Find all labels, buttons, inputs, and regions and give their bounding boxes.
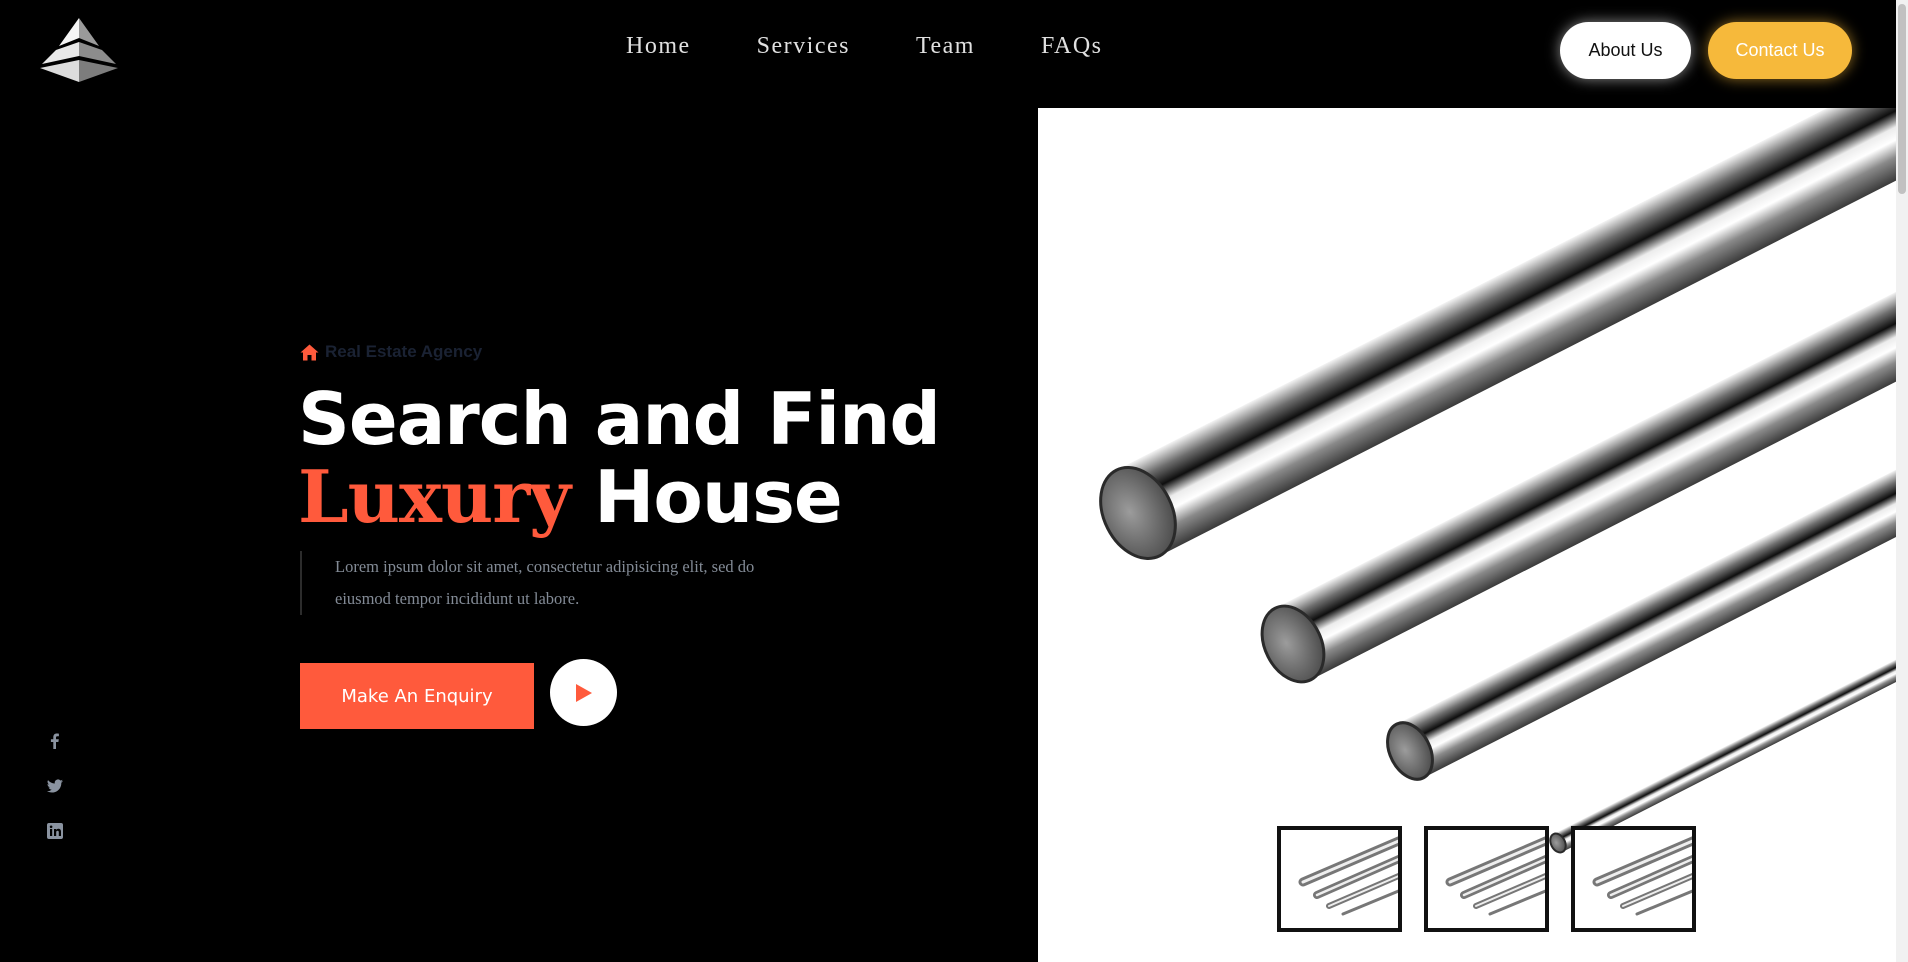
thumbnail-2[interactable] xyxy=(1424,826,1549,932)
nav-faqs-link[interactable]: FAQs xyxy=(1041,33,1103,60)
pyramid-logo-icon[interactable] xyxy=(34,16,124,84)
thumbnail-3[interactable] xyxy=(1571,826,1696,932)
contact-us-button[interactable]: Contact Us xyxy=(1708,22,1852,79)
scrollbar-thumb[interactable] xyxy=(1898,4,1906,194)
linkedin-icon[interactable] xyxy=(46,822,64,840)
steel-rods-thumbnail xyxy=(1445,836,1545,916)
steel-rods-thumbnail xyxy=(1298,836,1398,916)
play-video-button[interactable] xyxy=(550,659,617,726)
facebook-icon[interactable] xyxy=(46,732,64,750)
home-icon xyxy=(300,344,319,360)
hero-eyebrow: Real Estate Agency xyxy=(300,342,482,362)
steel-rods-thumbnail xyxy=(1592,836,1692,916)
thumbnail-1[interactable] xyxy=(1277,826,1402,932)
hero-description-line2: eiusmod tempor incididunt ut labore. xyxy=(335,589,580,608)
main-nav: Home Services Team FAQs xyxy=(626,33,1103,60)
hero-title: Search and Find Luxury House xyxy=(298,377,941,539)
hero-description: Lorem ipsum dolor sit amet, consectetur … xyxy=(300,551,820,615)
gallery-thumbnails xyxy=(1277,826,1696,932)
social-links xyxy=(46,732,64,840)
hero-title-line1: Search and Find xyxy=(298,377,941,461)
eyebrow-label: Real Estate Agency xyxy=(325,342,483,361)
nav-team-link[interactable]: Team xyxy=(916,33,975,60)
make-enquiry-button[interactable]: Make An Enquiry xyxy=(300,663,534,729)
hero-description-line1: Lorem ipsum dolor sit amet, consectetur … xyxy=(335,557,755,576)
twitter-icon[interactable] xyxy=(46,777,64,795)
nav-services-link[interactable]: Services xyxy=(757,33,850,60)
nav-home-link[interactable]: Home xyxy=(626,33,691,60)
hero-title-rest: House xyxy=(594,455,843,539)
play-icon xyxy=(575,683,592,702)
page-scrollbar[interactable] xyxy=(1896,0,1908,962)
hero-title-accent: Luxury xyxy=(298,454,571,539)
about-us-button[interactable]: About Us xyxy=(1560,22,1691,79)
